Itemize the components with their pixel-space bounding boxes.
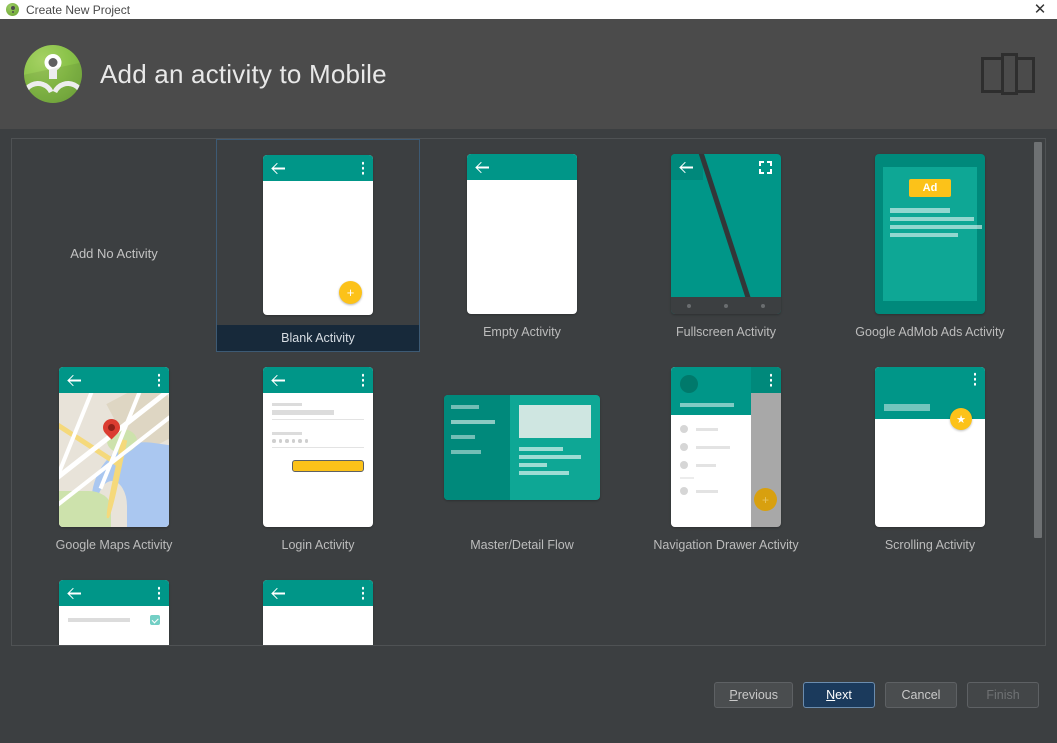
checkbox-icon — [150, 615, 160, 625]
template-card-master-detail-flow[interactable]: Master/Detail Flow — [420, 352, 624, 565]
template-card-tabbed-activity[interactable] — [216, 565, 420, 646]
dialog-header: Add an activity to Mobile — [0, 19, 1057, 130]
previous-button[interactable]: Previous — [714, 682, 793, 708]
login-submit-shape — [292, 460, 364, 472]
template-card-navigation-drawer-activity[interactable]: + Navigation Drawer Activity — [624, 352, 828, 565]
template-thumbnail-login-activity — [263, 361, 373, 533]
back-arrow-icon — [68, 374, 81, 387]
avatar — [680, 375, 698, 393]
overflow-menu-icon — [158, 592, 161, 595]
template-thumbnail-master-detail — [444, 361, 600, 533]
template-card-login-activity[interactable]: Login Activity — [216, 352, 420, 565]
overflow-menu-icon — [362, 592, 365, 595]
template-card-add-no-activity[interactable]: Add No Activity — [12, 139, 216, 352]
overflow-menu-icon — [974, 378, 977, 381]
template-label: Google Maps Activity — [56, 538, 173, 552]
back-arrow-icon — [272, 374, 285, 387]
scrollbar-thumb[interactable] — [1034, 142, 1042, 538]
template-card-google-maps-activity[interactable]: Google Maps Activity — [12, 352, 216, 565]
dialog-footer: Previous Next Cancel Finish — [0, 646, 1057, 743]
template-card-blank-activity[interactable]: + Blank Activity — [216, 139, 420, 352]
template-label-bar: Blank Activity — [217, 325, 419, 351]
template-thumbnail-nav-drawer: + — [671, 361, 781, 533]
window-title: Create New Project — [26, 3, 130, 17]
android-studio-logo — [24, 45, 82, 103]
template-label: Empty Activity — [483, 325, 561, 339]
map-preview — [59, 393, 169, 527]
overflow-menu-icon — [362, 379, 365, 382]
page-title: Add an activity to Mobile — [100, 59, 387, 90]
template-card-scrolling-activity[interactable]: ★ Scrolling Activity — [828, 352, 1032, 565]
back-arrow-icon — [680, 161, 693, 174]
activity-template-gallery: Add No Activity + Blank Activity — [11, 138, 1046, 646]
back-arrow-icon — [476, 161, 489, 174]
template-label: Fullscreen Activity — [676, 325, 776, 339]
template-label: Google AdMob Ads Activity — [855, 325, 1004, 339]
system-navbar — [671, 297, 781, 314]
next-button[interactable]: Next — [803, 682, 875, 708]
template-label: Master/Detail Flow — [470, 538, 574, 552]
template-card-fullscreen-activity[interactable]: Fullscreen Activity — [624, 139, 828, 352]
window-titlebar: Create New Project ✕ — [0, 0, 1057, 19]
template-thumbnail-blank-activity: + — [263, 149, 373, 321]
close-icon[interactable]: ✕ — [1028, 0, 1052, 19]
overflow-menu-icon — [158, 379, 161, 382]
expand-icon — [759, 161, 772, 174]
fab-star-icon: ★ — [950, 408, 972, 430]
template-grid: Add No Activity + Blank Activity — [12, 139, 1032, 646]
template-thumbnail-settings-activity — [59, 574, 169, 646]
fab-add-icon: + — [339, 281, 362, 304]
vertical-scrollbar[interactable] — [1033, 141, 1043, 645]
overflow-menu-icon — [362, 167, 365, 170]
template-card-google-admob-ads-activity[interactable]: Ad Google AdMob Ads Activity — [828, 139, 1032, 352]
template-thumbnail-scrolling-activity: ★ — [875, 361, 985, 533]
fab-add-icon: + — [754, 488, 777, 511]
back-arrow-icon — [272, 587, 285, 600]
template-thumbnail-maps-activity — [59, 361, 169, 533]
template-label: Add No Activity — [70, 246, 157, 261]
template-label: Login Activity — [282, 538, 355, 552]
template-thumbnail-empty-activity — [467, 148, 577, 320]
template-label: Blank Activity — [281, 331, 355, 345]
android-studio-icon — [6, 3, 19, 16]
template-thumbnail-tabbed-activity — [263, 574, 373, 646]
cancel-button[interactable]: Cancel — [885, 682, 957, 708]
ad-badge: Ad — [909, 179, 952, 197]
template-thumbnail-fullscreen-activity — [671, 148, 781, 320]
overflow-menu-icon — [770, 379, 773, 382]
template-label: Scrolling Activity — [885, 538, 975, 552]
back-arrow-icon — [68, 587, 81, 600]
template-card-empty-activity[interactable]: Empty Activity — [420, 139, 624, 352]
back-arrow-icon — [272, 162, 285, 175]
device-formfactor-icon[interactable] — [981, 53, 1035, 95]
template-thumbnail-admob-activity: Ad — [875, 148, 985, 320]
template-label: Navigation Drawer Activity — [653, 538, 798, 552]
finish-button: Finish — [967, 682, 1039, 708]
template-card-settings-activity[interactable] — [12, 565, 216, 646]
